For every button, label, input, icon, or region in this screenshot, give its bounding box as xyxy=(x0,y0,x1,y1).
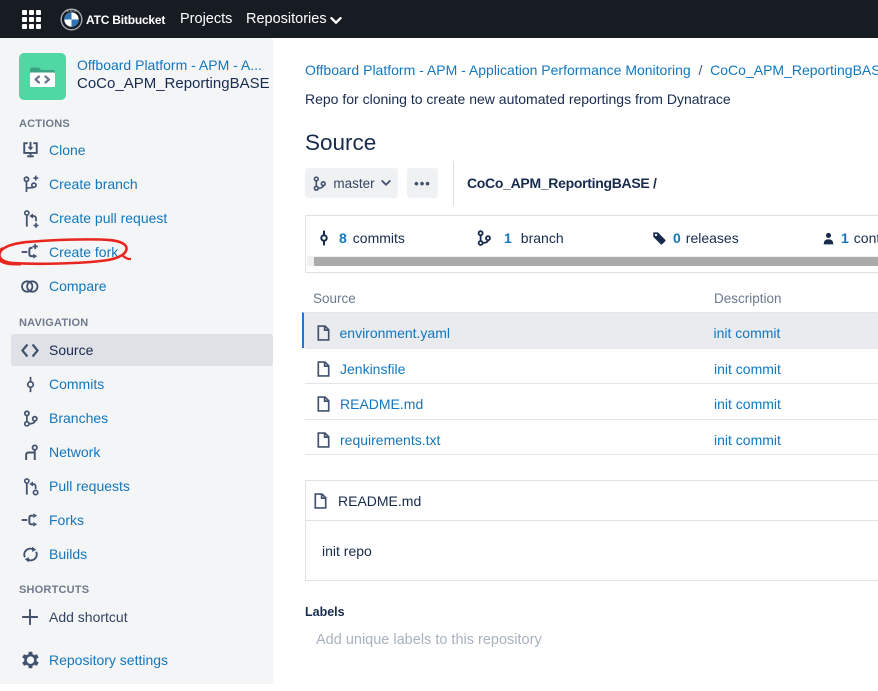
svg-text:B M W: B M W xyxy=(67,9,78,13)
